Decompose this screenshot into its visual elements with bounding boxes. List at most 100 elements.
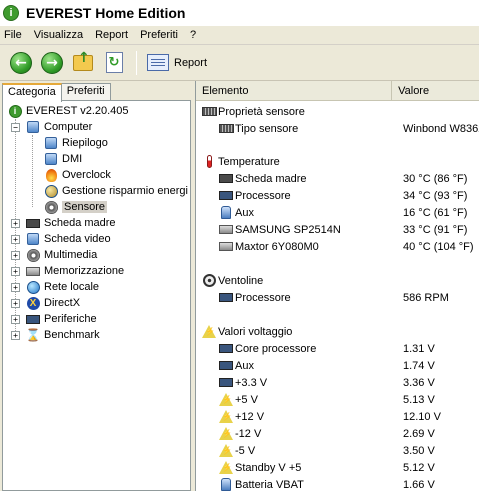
section-header-sensor-props[interactable]: Proprietà sensore (201, 103, 479, 120)
list-item[interactable]: Aux 1.74 V (218, 357, 479, 374)
tree-item-overclock[interactable]: Overclock (43, 167, 111, 183)
tree-item-rete-locale[interactable]: Rete locale (25, 279, 99, 295)
item-label: +5 V (235, 393, 258, 406)
back-arrow-icon: ← (10, 51, 32, 74)
motherboard-icon (25, 215, 41, 231)
tree-item-computer[interactable]: Computer (25, 119, 92, 135)
list-item[interactable]: Scheda madre 30 °C (86 °F) (218, 170, 479, 187)
item-value: 586 RPM (403, 291, 449, 304)
item-value: 33 °C (91 °F) (403, 223, 468, 236)
column-valore[interactable]: Valore (392, 81, 479, 100)
item-label: Tipo sensore (235, 122, 299, 135)
list-item[interactable]: SAMSUNG SP2514N 33 °C (91 °F) (218, 221, 479, 238)
item-value: 30 °C (86 °F) (403, 172, 468, 185)
menu-help[interactable]: ? (190, 29, 196, 41)
menu-file[interactable]: File (4, 29, 22, 41)
tree-item-power-management[interactable]: Gestione risparmio energi (43, 183, 188, 199)
tree-item-dmi[interactable]: DMI (43, 151, 82, 167)
tree-item-sensore[interactable]: Sensore (43, 199, 107, 215)
section-title: Valori voltaggio (218, 325, 293, 338)
up-button[interactable] (70, 50, 96, 76)
section-header-fans[interactable]: Ventoline (201, 272, 479, 289)
processor-icon (218, 188, 234, 204)
tree-item-memorizzazione[interactable]: Memorizzazione (25, 263, 124, 279)
tree-item-label: Rete locale (44, 281, 100, 293)
tree-item-directx[interactable]: X DirectX (25, 295, 80, 311)
voltage-warning-icon (218, 392, 234, 408)
fan-icon (201, 273, 217, 289)
forward-button[interactable]: → (39, 50, 65, 76)
item-label: Maxtor 6Y080M0 (235, 240, 319, 253)
refresh-button[interactable]: ↻ (101, 50, 127, 76)
tree-item-riepilogo[interactable]: Riepilogo (43, 135, 108, 151)
tree-item-root[interactable]: i EVEREST v2.20.405 (7, 103, 129, 119)
expand-toggle[interactable]: + (11, 283, 20, 292)
tree-item-label: Sensore (62, 201, 107, 213)
directx-icon: X (25, 295, 41, 311)
item-label: Standby V +5 (235, 461, 302, 474)
expand-toggle[interactable]: + (11, 315, 20, 324)
column-header: Elemento Valore (196, 81, 479, 101)
menu-visualizza[interactable]: Visualizza (34, 29, 83, 41)
expand-toggle[interactable]: + (11, 251, 20, 260)
item-value: 16 °C (61 °F) (403, 206, 468, 219)
item-label: Aux (235, 359, 254, 372)
list-item[interactable]: +5 V 5.13 V (218, 391, 479, 408)
tree-item-label: Riepilogo (62, 137, 108, 149)
window-title: EVEREST Home Edition (26, 5, 186, 21)
menu-preferiti[interactable]: Preferiti (140, 29, 178, 41)
list-item[interactable]: +3.3 V 3.36 V (218, 374, 479, 391)
power-icon (43, 183, 59, 199)
back-button[interactable]: ← (8, 50, 34, 76)
column-elemento[interactable]: Elemento (196, 81, 393, 100)
list-item[interactable]: Aux 16 °C (61 °F) (218, 204, 479, 221)
voltage-warning-icon (218, 443, 234, 459)
list-item[interactable]: -12 V 2.69 V (218, 425, 479, 442)
hard-disk-icon (218, 239, 234, 255)
processor-icon (218, 375, 234, 391)
item-label: Aux (235, 206, 254, 219)
list-item[interactable]: Processore 586 RPM (218, 289, 479, 306)
expand-toggle[interactable]: + (11, 331, 20, 340)
tree-item-label: DMI (62, 153, 83, 165)
expand-toggle[interactable]: + (11, 219, 20, 228)
list-item[interactable]: Maxtor 6Y080M0 40 °C (104 °F) (218, 238, 479, 255)
report-icon (147, 54, 169, 71)
expand-toggle[interactable]: + (11, 267, 20, 276)
tab-categoria[interactable]: Categoria (2, 83, 62, 102)
toolbar-separator (136, 50, 137, 75)
item-label: SAMSUNG SP2514N (235, 223, 341, 236)
section-header-voltages[interactable]: Valori voltaggio (201, 323, 479, 340)
item-label: -12 V (235, 427, 262, 440)
menu-report[interactable]: Report (95, 29, 128, 41)
item-label: Scheda madre (235, 172, 307, 185)
list-item[interactable]: -5 V 3.50 V (218, 442, 479, 459)
list-item[interactable]: Tipo sensore Winbond W8362 (218, 120, 479, 137)
list-item[interactable]: Standby V +5 5.12 V (218, 459, 479, 476)
expand-toggle[interactable]: + (11, 299, 20, 308)
tree-item-scheda-madre[interactable]: Scheda madre (25, 215, 116, 231)
section-title: Ventoline (218, 274, 264, 287)
voltage-warning-icon (218, 409, 234, 425)
tree-item-periferiche[interactable]: Periferiche (25, 311, 97, 327)
expand-toggle[interactable]: + (11, 235, 20, 244)
report-button[interactable]: Report (143, 50, 211, 76)
item-value: 3.36 V (403, 376, 435, 389)
peripherals-icon (25, 311, 41, 327)
list-item[interactable]: Batteria VBAT 1.66 V (218, 476, 479, 491)
tree-item-multimedia[interactable]: Multimedia (25, 247, 97, 263)
tab-preferiti[interactable]: Preferiti (60, 83, 111, 101)
section-header-temperature[interactable]: Temperature (201, 153, 479, 170)
tree-item-scheda-video[interactable]: Scheda video (25, 231, 111, 247)
list-item[interactable]: +12 V 12.10 V (218, 408, 479, 425)
item-label: Batteria VBAT (235, 478, 304, 491)
item-value: 1.66 V (403, 478, 435, 491)
processor-icon (218, 290, 234, 306)
tree-item-label: Multimedia (44, 249, 98, 261)
tree-item-benchmark[interactable]: ⌛ Benchmark (25, 327, 100, 343)
tree-item-label: Scheda madre (44, 217, 116, 229)
list-item[interactable]: Core processore 1.31 V (218, 340, 479, 357)
list-item[interactable]: Processore 34 °C (93 °F) (218, 187, 479, 204)
collapse-toggle[interactable]: − (11, 123, 20, 132)
refresh-icon: ↻ (105, 52, 123, 73)
